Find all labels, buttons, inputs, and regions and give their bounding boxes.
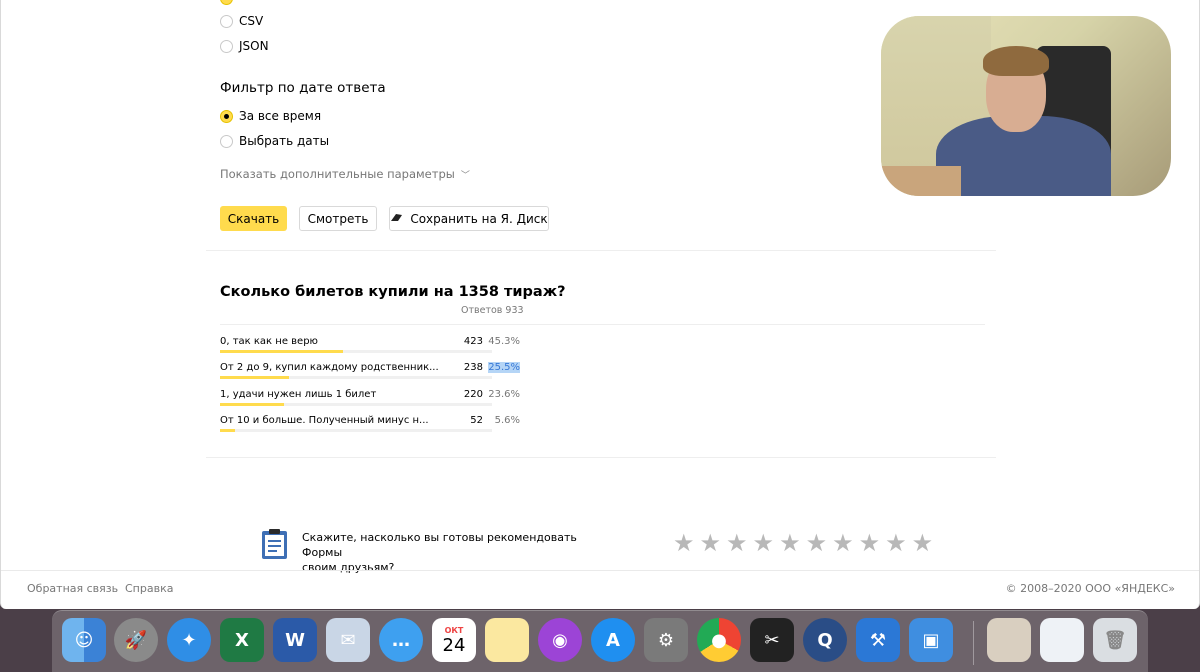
date-filter-title: Фильтр по дате ответа — [220, 80, 386, 96]
save-to-disk-button[interactable]: Сохранить на Я. Диск — [389, 206, 549, 231]
format-option-csv[interactable]: CSV — [220, 14, 263, 28]
question-title: Сколько билетов купили на 1358 тираж? — [220, 284, 566, 300]
answer-count: 52 — [470, 415, 483, 426]
format-option-label: CSV — [239, 14, 264, 28]
section-divider — [206, 250, 996, 251]
video-person-hair — [983, 46, 1049, 76]
answer-label: 0, так как не верю — [220, 336, 318, 347]
dock-divider — [973, 621, 974, 665]
trash-icon[interactable]: 🗑 — [1093, 618, 1137, 662]
recommend-prompt-line: своим друзьям? — [302, 561, 395, 574]
browser-window: CSV JSON Фильтр по дате ответа За все вр… — [0, 0, 1200, 609]
xcode-icon[interactable]: ⚒ — [856, 618, 900, 662]
more-params-label: Показать дополнительные параметры — [220, 167, 455, 181]
view-button[interactable]: Смотреть — [299, 206, 377, 231]
answer-label: От 2 до 9, купил каждому родственник... — [220, 362, 439, 373]
answer-label: 1, удачи нужен лишь 1 билет — [220, 389, 377, 400]
answer-row: 0, так как не верю 423 45.3% — [220, 336, 520, 358]
answer-bar-fill — [220, 350, 344, 353]
answer-percent: 23.6% — [488, 389, 520, 400]
star-icon[interactable]: ★ — [832, 531, 854, 555]
filter-option-label: За все время — [239, 109, 322, 123]
simulator-icon[interactable]: ▣ — [909, 618, 953, 662]
format-option-json[interactable]: JSON — [220, 39, 269, 53]
format-radio-xlsx[interactable] — [220, 0, 233, 5]
clipboard-icon — [261, 528, 288, 560]
filter-option-choose-dates[interactable]: Выбрать даты — [220, 134, 329, 148]
filter-option-all-time[interactable]: За все время — [220, 109, 321, 123]
star-icon[interactable]: ★ — [779, 531, 801, 555]
star-icon[interactable]: ★ — [673, 531, 695, 555]
safari-icon[interactable]: ✦ — [167, 618, 211, 662]
webcam-overlay — [881, 16, 1171, 196]
preview-icon[interactable]: ✉ — [326, 618, 370, 662]
question-divider — [220, 324, 985, 325]
star-icon[interactable]: ★ — [700, 531, 722, 555]
messages-icon[interactable]: … — [379, 618, 423, 662]
star-icon[interactable]: ★ — [885, 531, 907, 555]
downloads-stack-icon[interactable] — [987, 618, 1031, 662]
star-icon[interactable]: ★ — [806, 531, 828, 555]
help-link[interactable]: Справка — [125, 582, 173, 595]
answer-label: От 10 и больше. Полученный минус н... — [220, 415, 429, 426]
answer-count: 238 — [463, 362, 483, 373]
podcasts-icon[interactable]: ◉ — [538, 618, 582, 662]
word-icon[interactable]: W — [273, 618, 317, 662]
download-button[interactable]: Скачать — [220, 206, 287, 231]
launchpad-icon[interactable]: 🚀 — [114, 618, 158, 662]
feedback-link[interactable]: Обратная связь — [27, 582, 118, 595]
answers-count: Ответов 933 — [461, 305, 524, 316]
format-option-label: JSON — [239, 39, 269, 53]
answer-bar-fill — [220, 429, 236, 432]
more-params-link[interactable]: Показать дополнительные параметры ﹀ — [220, 167, 470, 181]
filter-option-label: Выбрать даты — [239, 134, 330, 148]
save-to-disk-label: Сохранить на Я. Диск — [410, 211, 548, 226]
answer-bar-fill — [220, 376, 290, 379]
chevron-down-icon: ﹀ — [460, 170, 470, 181]
answer-bar-fill — [220, 403, 285, 406]
quicktime-icon[interactable]: Q — [803, 618, 847, 662]
chrome-icon[interactable]: ● — [697, 618, 741, 662]
star-icon[interactable]: ★ — [912, 531, 934, 555]
star-icon[interactable]: ★ — [859, 531, 881, 555]
answer-count: 220 — [463, 389, 483, 400]
answer-bar-track — [220, 403, 492, 406]
preview-stack-icon[interactable] — [1040, 618, 1084, 662]
calendar-day: 24 — [442, 635, 466, 656]
copyright-text: © 2008–2020 ООО «ЯНДЕКС» — [1005, 582, 1175, 595]
system-preferences-icon[interactable]: ⚙ — [644, 618, 688, 662]
calendar-icon[interactable]: ОКТ 24 — [432, 618, 476, 662]
answer-row: От 10 и больше. Полученный минус н... 52… — [220, 415, 520, 437]
format-radio-json[interactable] — [220, 39, 233, 53]
dock: ☺ 🚀 ✦ X W ✉ … ОКТ 24 ◉ A ⚙ ● ✂ Q ⚒ ▣ 🗑 — [52, 610, 1148, 672]
recommend-prompt: Скажите, насколько вы готовы рекомендова… — [302, 530, 602, 575]
app-store-icon[interactable]: A — [591, 618, 635, 662]
finder-icon[interactable]: ☺ — [62, 618, 106, 662]
answer-row: 1, удачи нужен лишь 1 билет 220 23.6% — [220, 389, 520, 411]
video-desk — [881, 166, 961, 196]
answer-percent: 45.3% — [488, 336, 520, 347]
excel-icon[interactable]: X — [220, 618, 264, 662]
rating-stars: ★ ★ ★ ★ ★ ★ ★ ★ ★ ★ — [673, 531, 933, 555]
section-divider — [206, 457, 996, 458]
answer-percent: 5.6% — [494, 415, 520, 426]
answer-row: От 2 до 9, купил каждому родственник... … — [220, 362, 520, 384]
calendar-month: ОКТ — [444, 626, 464, 635]
filter-radio-choose-dates[interactable] — [220, 134, 233, 148]
filter-radio-all-time[interactable] — [220, 109, 233, 123]
answer-percent: 25.5% — [488, 362, 520, 373]
star-icon[interactable]: ★ — [753, 531, 775, 555]
notes-icon[interactable] — [485, 618, 529, 662]
answer-bar-track — [220, 376, 492, 379]
final-cut-icon[interactable]: ✂ — [750, 618, 794, 662]
footer-divider — [1, 570, 1199, 571]
answer-count: 423 — [463, 336, 483, 347]
disk-icon — [390, 212, 403, 225]
recommend-prompt-line: Скажите, насколько вы готовы рекомендова… — [302, 531, 577, 559]
answer-bar-track — [220, 350, 492, 353]
star-icon[interactable]: ★ — [726, 531, 748, 555]
format-radio-csv[interactable] — [220, 14, 233, 28]
answer-bar-track — [220, 429, 492, 432]
